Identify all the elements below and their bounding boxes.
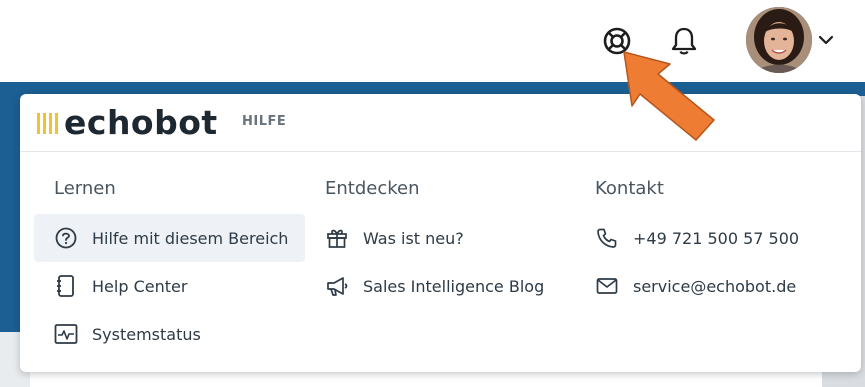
menu-item-label: Help Center xyxy=(92,276,188,296)
panel-header: echobot HILFE xyxy=(20,94,861,152)
menu-item-phone[interactable]: +49 721 500 57 500 xyxy=(595,225,799,251)
column-kontakt: Kontakt xyxy=(595,178,664,199)
question-circle-icon xyxy=(54,226,78,250)
menu-item-label: +49 721 500 57 500 xyxy=(633,228,800,248)
pointer-arrow-icon xyxy=(623,51,715,141)
menu-item-label: Systemstatus xyxy=(92,324,201,344)
column-title: Lernen xyxy=(54,178,116,199)
gift-icon xyxy=(325,226,349,250)
menu-item-was-ist-neu[interactable]: Was ist neu? xyxy=(325,225,464,251)
menu-item-label: Sales Intelligence Blog xyxy=(363,276,545,296)
mail-icon xyxy=(595,274,619,298)
top-bar xyxy=(0,0,865,82)
logo-bars-icon xyxy=(37,112,58,134)
column-lernen: Lernen xyxy=(54,178,116,199)
section-label: HILFE xyxy=(242,114,287,129)
megaphone-icon xyxy=(325,274,349,298)
book-icon xyxy=(54,274,78,298)
menu-item-hilfe-bereich[interactable]: Hilfe mit diesem Bereich xyxy=(34,214,305,262)
menu-item-email[interactable]: service@echobot.de xyxy=(595,273,796,299)
page: echobot HILFE Lernen Hilfe mit diesem Be… xyxy=(0,0,865,387)
pulse-monitor-icon xyxy=(54,322,78,346)
echobot-logo: echobot xyxy=(37,103,218,142)
logo-text: echobot xyxy=(64,103,218,142)
column-entdecken: Entdecken xyxy=(325,178,420,199)
menu-item-help-center[interactable]: Help Center xyxy=(54,273,187,299)
chevron-down-icon[interactable] xyxy=(815,30,837,50)
phone-icon xyxy=(595,226,619,250)
avatar[interactable] xyxy=(746,7,812,73)
column-title: Kontakt xyxy=(595,178,664,199)
menu-item-sales-blog[interactable]: Sales Intelligence Blog xyxy=(325,273,544,299)
menu-item-label: service@echobot.de xyxy=(633,276,797,296)
menu-item-label: Was ist neu? xyxy=(363,228,464,248)
menu-item-label: Hilfe mit diesem Bereich xyxy=(92,228,289,248)
help-dropdown-panel: echobot HILFE Lernen Hilfe mit diesem Be… xyxy=(20,94,861,372)
column-title: Entdecken xyxy=(325,178,420,199)
menu-item-systemstatus[interactable]: Systemstatus xyxy=(54,321,201,347)
